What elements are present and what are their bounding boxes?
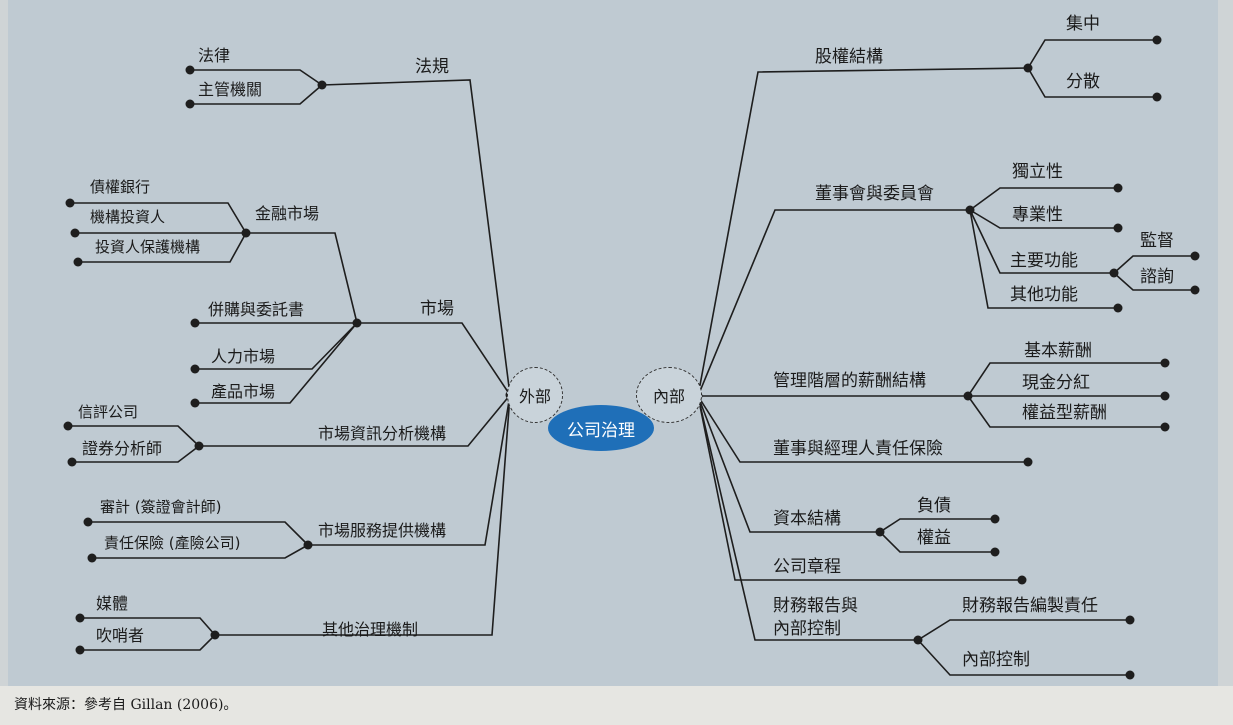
internal-node: 內部 <box>636 367 702 423</box>
label-concentrated: 集中 <box>1066 14 1100 34</box>
label-investor-protection: 投資人保護機構 <box>95 238 201 256</box>
label-board: 董事會與委員會 <box>815 184 934 204</box>
label-main-function: 主要功能 <box>1010 251 1078 271</box>
label-dno-insurance: 董事與經理人責任保險 <box>773 439 943 459</box>
label-audit: 審計 (簽證會計師) <box>100 498 222 516</box>
label-cash-bonus: 現金分紅 <box>1022 373 1090 393</box>
source-caption: 資料來源：參考自 Gillan (2006)。 <box>14 697 238 713</box>
label-service-providers: 市場服務提供機構 <box>318 521 447 540</box>
label-media: 媒體 <box>96 594 129 613</box>
label-securities-analyst: 證券分析師 <box>82 439 163 458</box>
label-labor-market: 人力市場 <box>211 347 276 366</box>
edge-internal-ownership <box>697 67 1029 397</box>
label-internal-control: 內部控制 <box>962 650 1030 670</box>
label-advisory: 諮詢 <box>1140 267 1174 287</box>
label-liability-insurance: 責任保險 (產險公司) <box>104 534 241 552</box>
label-compensation: 管理階層的薪酬結構 <box>773 371 926 391</box>
label-charter: 公司章程 <box>773 557 841 577</box>
label-professionalism: 專業性 <box>1012 205 1063 225</box>
label-creditor-bank: 債權銀行 <box>90 178 151 196</box>
label-reporting-responsibility: 財務報告編製責任 <box>962 596 1098 616</box>
label-authority: 主管機關 <box>198 80 263 99</box>
label-law: 法律 <box>198 46 231 65</box>
label-capital-structure: 資本結構 <box>773 509 841 529</box>
label-financial-market: 金融市場 <box>255 204 320 223</box>
label-market: 市場 <box>420 299 454 319</box>
label-rating-company: 信評公司 <box>78 403 139 421</box>
label-independence: 獨立性 <box>1012 162 1063 182</box>
edge-internal-board <box>697 209 970 397</box>
edge-external-market <box>357 322 511 396</box>
label-equity-pay: 權益型薪酬 <box>1022 403 1107 423</box>
label-regulation: 法規 <box>415 57 449 77</box>
label-supervision: 監督 <box>1140 231 1174 251</box>
label-other-function: 其他功能 <box>1010 285 1078 305</box>
edge-external-regulation <box>321 79 511 396</box>
label-info-analysis: 市場資訊分析機構 <box>318 424 447 443</box>
label-whistleblower: 吹哨者 <box>96 626 145 645</box>
label-base-pay: 基本薪酬 <box>1024 341 1092 361</box>
edge-ownership-concentrated <box>1027 39 1157 69</box>
diagram-stage: 外部 內部 公司治理 法規 法律 主管機關 金融市場 債權銀行 機構投資人 投資… <box>0 0 1233 725</box>
label-debt: 負債 <box>917 496 951 516</box>
label-mna-proxy: 併購與委託書 <box>208 300 305 319</box>
center-node: 公司治理 <box>548 405 654 451</box>
label-institutional-investor: 機構投資人 <box>90 208 166 226</box>
label-product-market: 產品市場 <box>211 382 276 401</box>
label-equity: 權益 <box>917 528 951 548</box>
label-dispersed: 分散 <box>1066 72 1100 92</box>
edge-reporting-responsibility <box>917 619 1130 641</box>
label-reporting-line2: 內部控制 <box>773 619 841 639</box>
label-reporting-line1: 財務報告與 <box>773 596 858 616</box>
external-node: 外部 <box>507 367 563 423</box>
label-other-mechanisms: 其他治理機制 <box>322 620 419 639</box>
connector-lines <box>63 35 1200 680</box>
label-ownership: 股權結構 <box>815 47 883 67</box>
